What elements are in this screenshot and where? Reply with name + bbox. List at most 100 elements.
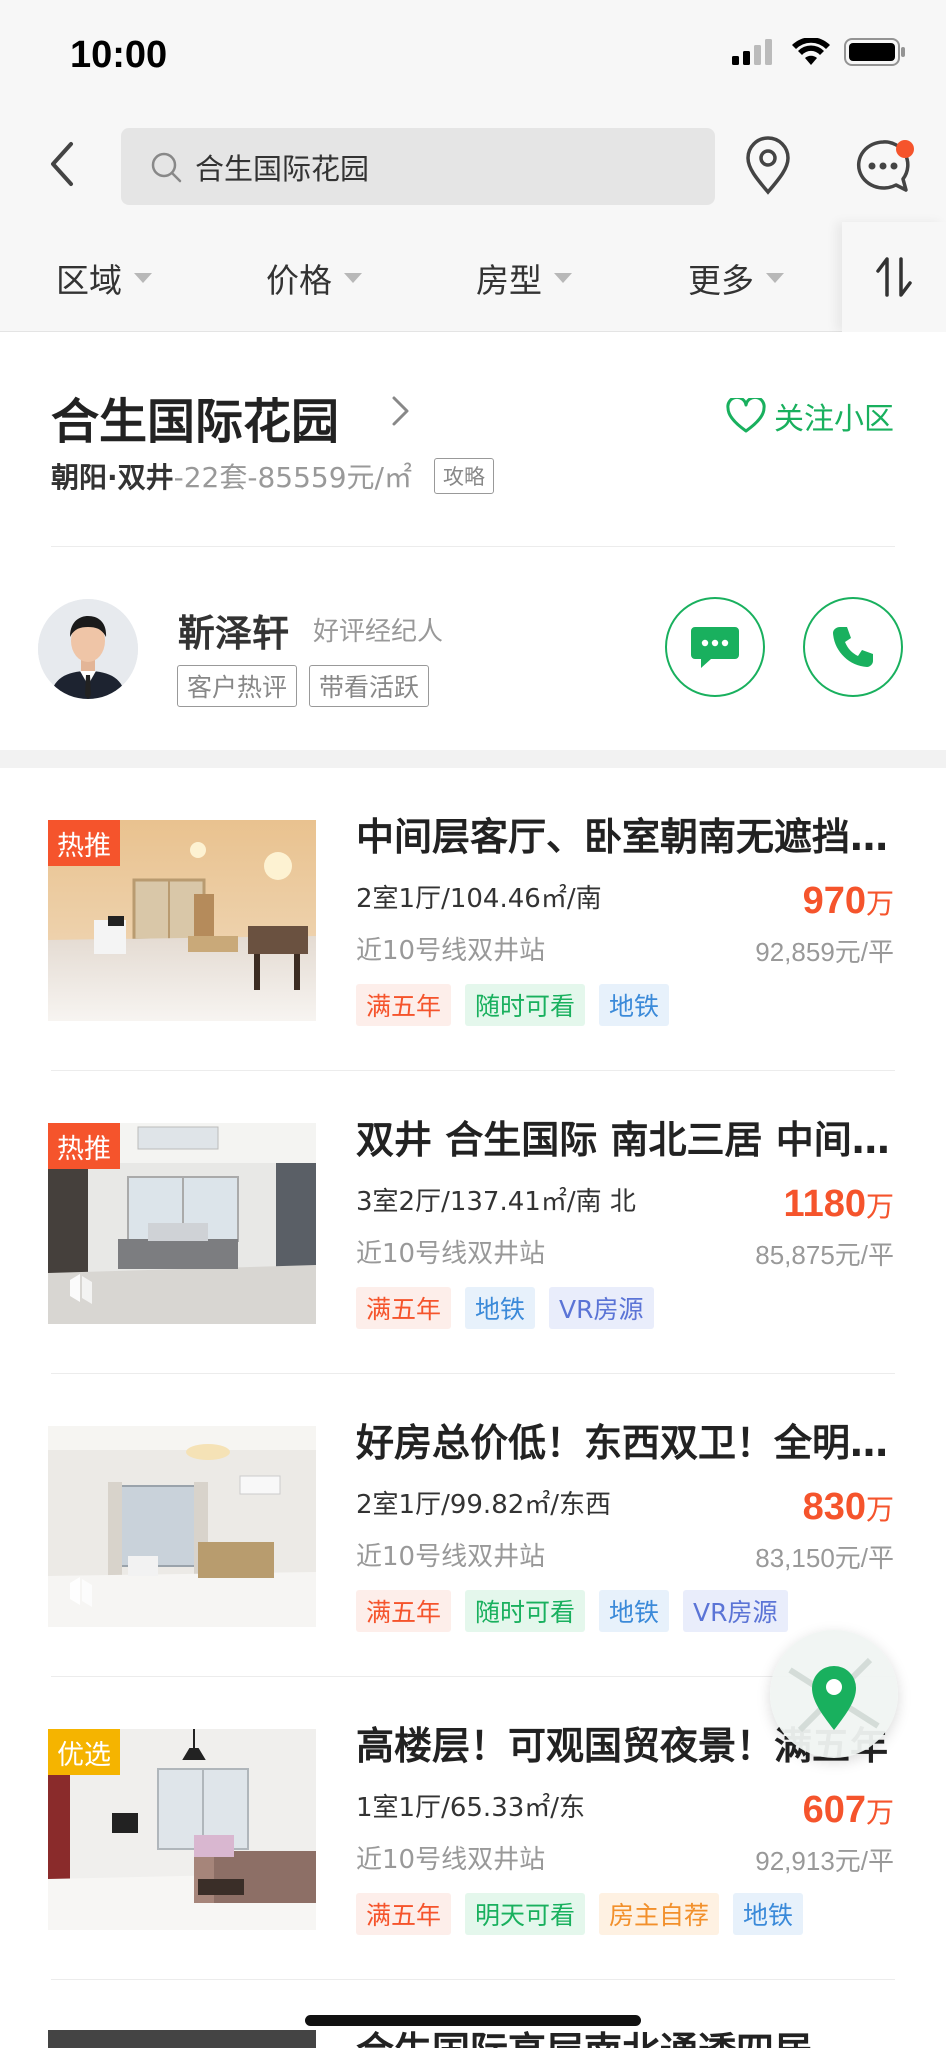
sort-button[interactable] xyxy=(842,222,946,332)
call-agent-button[interactable] xyxy=(803,597,903,697)
listing-spec: 2室1厅/99.82㎡/东西 xyxy=(356,1490,612,1520)
status-icons xyxy=(732,38,906,66)
unread-dot xyxy=(896,140,914,158)
heart-icon xyxy=(726,398,766,433)
listing-title: 中间层客厅、卧室朝南无遮挡，满五年 xyxy=(356,815,896,859)
filter-label: 房型 xyxy=(476,261,542,300)
status-bar: 10:00 xyxy=(0,0,946,110)
listing-station: 近10号线双井站 xyxy=(356,936,546,966)
follow-label: 关注小区 xyxy=(774,402,894,437)
chevron-right-icon[interactable] xyxy=(388,394,412,428)
listing-price: 830万 xyxy=(803,1486,894,1529)
filter-label: 更多 xyxy=(688,261,754,300)
listing-tag: 满五年 xyxy=(356,1287,452,1329)
community-meta: 朝阳·双井 -22套-85559元/㎡ 攻略 xyxy=(51,456,494,496)
community-title[interactable]: 合生国际花园 xyxy=(51,382,339,452)
wifi-icon xyxy=(792,38,830,65)
listing-badge: 优选 xyxy=(48,1729,120,1775)
price-unit: 万 xyxy=(865,887,894,920)
listing-tag: 满五年 xyxy=(356,984,452,1026)
listing-price: 1180万 xyxy=(784,1183,894,1226)
listing-tag: VR房源 xyxy=(549,1287,654,1329)
filter-label: 区域 xyxy=(56,261,122,300)
agent-tag: 客户热评 xyxy=(177,665,298,707)
listing-spec: 2室1厅/104.46㎡/南 xyxy=(356,884,602,914)
filter-label: 价格 xyxy=(266,261,332,300)
listing-tag: 地铁 xyxy=(599,984,670,1026)
listing-tag: 满五年 xyxy=(356,1590,452,1632)
price-value: 970 xyxy=(802,880,866,922)
listing-station: 近10号线双井站 xyxy=(356,1845,546,1875)
listing-tags: 满五年 随时可看 地铁 VR房源 xyxy=(356,1590,788,1632)
listing-tag: 地铁 xyxy=(599,1590,670,1632)
vr-icon xyxy=(70,1577,92,1607)
filter-bar: 区域 价格 房型 更多 xyxy=(0,222,946,332)
filter-region[interactable]: 区域 xyxy=(56,254,152,302)
agent-title: 好评经纪人 xyxy=(313,617,444,647)
caret-down-icon xyxy=(344,273,362,283)
back-button[interactable] xyxy=(30,132,94,196)
listing-station: 近10号线双井站 xyxy=(356,1239,546,1269)
sort-icon xyxy=(876,257,912,297)
chat-agent-button[interactable] xyxy=(665,597,765,697)
avatar[interactable] xyxy=(38,599,138,699)
listing-photo: 热推 xyxy=(48,1123,316,1324)
agent-photo xyxy=(38,599,138,699)
listing-tag: 明天可看 xyxy=(465,1893,586,1935)
location-button[interactable] xyxy=(740,136,796,196)
listing-spec: 3室2厅/137.41㎡/南 北 xyxy=(356,1187,636,1217)
listing-price: 970万 xyxy=(803,880,894,923)
agent-tags: 客户热评 带看活跃 xyxy=(177,665,430,707)
listing-tags: 满五年 地铁 VR房源 xyxy=(356,1287,654,1329)
price-unit: 万 xyxy=(865,1493,894,1526)
listing-price: 607万 xyxy=(803,1789,894,1832)
listing-tag: 房主自荐 xyxy=(599,1893,720,1935)
home-indicator xyxy=(305,2015,641,2026)
listing-spec: 1室1厅/65.33㎡/东 xyxy=(356,1793,586,1823)
listing-unit-price: 85,875元/平 xyxy=(755,1240,894,1270)
price-value: 830 xyxy=(802,1486,866,1528)
search-input[interactable] xyxy=(195,149,675,184)
listing-photo xyxy=(48,2030,316,2048)
listing-photo: 优选 xyxy=(48,1729,316,1930)
status-time: 10:00 xyxy=(70,34,168,76)
search-box[interactable] xyxy=(121,128,715,205)
signal-icon xyxy=(732,39,772,65)
listing-tag: 地铁 xyxy=(733,1893,804,1935)
listing-photo xyxy=(48,1426,316,1627)
price-unit: 万 xyxy=(865,1796,894,1829)
listing-tag: 随时可看 xyxy=(465,1590,586,1632)
listing-title: 好房总价低！东西双卫！全明格局 xyxy=(356,1421,896,1465)
caret-down-icon xyxy=(554,273,572,283)
follow-community-button[interactable]: 关注小区 xyxy=(726,394,894,438)
page: 10:00 合生国际花园 区域 价格 房型 更多 合生国际花园 关注小区 朝阳·… xyxy=(0,0,946,2048)
guide-tag[interactable]: 攻略 xyxy=(433,458,494,494)
listing-card[interactable]: 热推 双井 合生国际 南北三居 中间楼层 3室2厅/137.41㎡/南 北 近1… xyxy=(0,1071,946,1374)
agent-card[interactable]: 靳泽轩 好评经纪人 客户热评 带看活跃 xyxy=(0,547,946,750)
listing-station: 近10号线双井站 xyxy=(356,1542,546,1572)
listing-unit-price: 92,859元/平 xyxy=(755,937,894,967)
price-value: 1180 xyxy=(783,1183,866,1225)
message-button[interactable] xyxy=(850,134,916,198)
filter-more[interactable]: 更多 xyxy=(688,254,784,302)
listing-photo: 热推 xyxy=(48,820,316,1021)
community-stats: -22套-85559元/㎡ xyxy=(173,461,412,494)
listing-badge: 热推 xyxy=(48,1123,120,1169)
map-button[interactable] xyxy=(770,1630,898,1758)
filter-layout[interactable]: 房型 xyxy=(476,254,572,302)
price-unit: 万 xyxy=(865,1190,894,1223)
back-arrow-icon xyxy=(51,142,73,186)
filter-price[interactable]: 价格 xyxy=(266,254,362,302)
battery-icon xyxy=(844,38,905,66)
price-value: 607 xyxy=(802,1789,866,1831)
community-area: 朝阳·双井 xyxy=(51,461,174,494)
listing-title: 双井 合生国际 南北三居 中间楼层 xyxy=(356,1118,896,1162)
agent-tag: 带看活跃 xyxy=(309,665,430,707)
vr-icon xyxy=(70,1274,92,1304)
listing-tags: 满五年 随时可看 地铁 xyxy=(356,984,670,1026)
listing-card[interactable]: 热推 中间层客厅、卧室朝南无遮挡，满五年 2室1厅/104.46㎡/南 近10号… xyxy=(0,768,946,1071)
location-pin-icon xyxy=(746,136,790,195)
section-gap xyxy=(0,750,946,768)
listing-unit-price: 92,913元/平 xyxy=(755,1846,894,1876)
listing-unit-price: 83,150元/平 xyxy=(755,1543,894,1573)
